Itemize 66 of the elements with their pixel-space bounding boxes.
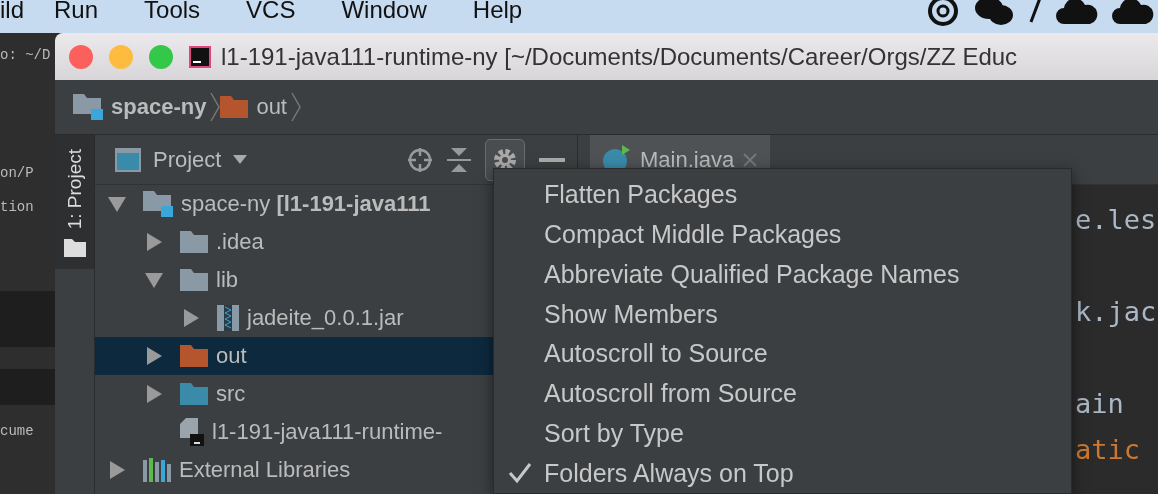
menu-item[interactable]: Window	[341, 0, 427, 22]
collapse-icon[interactable]	[447, 146, 471, 173]
menu-item[interactable]: VCS	[246, 0, 296, 22]
chevron-icon	[291, 92, 301, 122]
caret-icon[interactable]	[233, 155, 248, 164]
folder-icon	[180, 269, 208, 291]
libraries-icon	[143, 458, 171, 482]
code-line: k.jac	[1075, 295, 1158, 329]
collapsed-arrow-icon[interactable]	[181, 308, 201, 328]
code-line: ain	[1075, 387, 1125, 421]
tree-label: External Libraries	[179, 457, 351, 483]
collapsed-arrow-icon[interactable]	[144, 384, 164, 404]
panel-title[interactable]: Project	[153, 146, 222, 173]
terminal-text: cume	[0, 422, 35, 441]
minimize-icon[interactable]	[539, 157, 565, 162]
folder-icon	[180, 231, 208, 253]
menu-item[interactable]: ild	[0, 0, 24, 22]
expanded-arrow-icon[interactable]	[107, 194, 127, 214]
terminal-text: on/P	[0, 164, 35, 183]
project-tool-tab[interactable]: 1: Project	[55, 135, 94, 270]
collapsed-arrow-icon[interactable]	[107, 460, 127, 480]
menu-option[interactable]: Autoscroll from Source	[494, 373, 1071, 414]
menu-option[interactable]: Sort by Type	[494, 413, 1071, 454]
code-line: e.les	[1075, 203, 1158, 237]
app-logo-icon	[189, 45, 211, 68]
close-button[interactable]	[69, 44, 93, 69]
menu-item[interactable]: Run	[54, 0, 99, 22]
menu-item[interactable]: Help	[472, 0, 523, 22]
breadcrumb[interactable]: space-ny	[111, 94, 207, 120]
terminal-text: o: ~/D	[0, 46, 52, 65]
code-line: atic	[1075, 433, 1142, 467]
tree-label: .idea	[216, 229, 264, 255]
folder-icon	[180, 383, 208, 405]
menu-item[interactable]: Tools	[144, 0, 201, 22]
crosshair-icon[interactable]	[407, 146, 433, 173]
expanded-arrow-icon[interactable]	[144, 270, 164, 290]
cloud-icon[interactable]	[1112, 0, 1154, 26]
menu-option[interactable]: Abbreviate Qualified Package Names	[494, 254, 1071, 295]
menu-option[interactable]: Folders Always on Top	[494, 453, 1071, 493]
tree-label: l1-191-java111-runtime-	[212, 419, 443, 445]
collapsed-arrow-icon[interactable]	[144, 232, 164, 252]
cloud-icon[interactable]	[1056, 0, 1098, 26]
terminal-band	[0, 291, 55, 347]
folder-icon	[63, 239, 86, 258]
close-icon[interactable]	[742, 151, 759, 168]
terminal-text: tion	[0, 198, 35, 217]
tree-label: out	[216, 343, 247, 369]
tree-label: lib	[216, 267, 238, 293]
folder-icon	[180, 345, 208, 367]
terminal-band	[0, 369, 55, 405]
folder-icon	[220, 96, 249, 118]
module-folder-icon	[143, 191, 173, 217]
tree-label: jadeite_0.0.1.jar	[247, 305, 404, 331]
chat-icon[interactable]	[974, 0, 1014, 26]
breadcrumb[interactable]: out	[256, 94, 287, 120]
menu-option[interactable]: Compact Middle Packages	[494, 214, 1071, 255]
menu-option[interactable]: Show Members	[494, 294, 1071, 334]
window-icon	[115, 147, 141, 172]
archive-icon	[217, 305, 239, 331]
file-icon	[180, 418, 204, 446]
collapsed-arrow-icon[interactable]	[144, 346, 164, 366]
tree-label: src	[216, 381, 246, 407]
tree-label: space-ny [l1-191-java111	[181, 191, 431, 217]
chevron-icon	[210, 92, 221, 122]
window-title: l1-191-java111-runtime-ny [~/Documents/Documents/Career/Orgs/ZZ Educ	[221, 42, 1018, 71]
module-folder-icon	[73, 94, 103, 120]
